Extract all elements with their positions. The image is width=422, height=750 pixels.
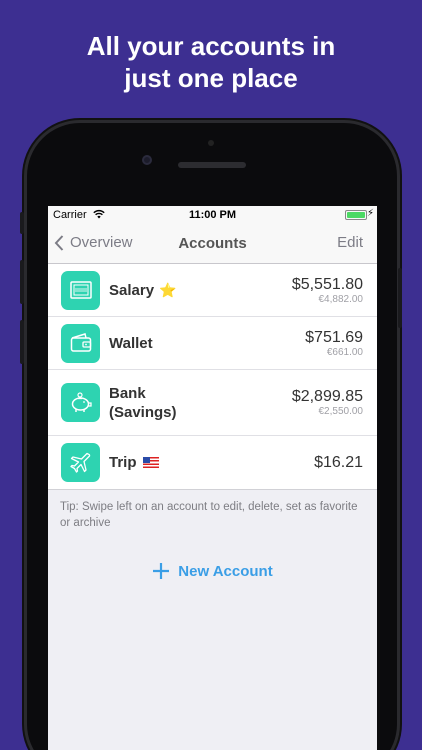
account-name-line-1: Bank xyxy=(109,384,146,402)
headline-line-1: All your accounts in xyxy=(86,31,336,61)
page-title: Accounts xyxy=(178,235,247,252)
swipe-tip: Tip: Swipe left on an account to edit, d… xyxy=(60,501,358,529)
account-name: Salary ⭐ xyxy=(109,281,176,300)
account-name-text: Wallet xyxy=(109,334,153,352)
front-camera xyxy=(142,155,152,165)
account-name-text: Salary xyxy=(109,281,155,299)
airplane-icon xyxy=(61,443,100,482)
account-row-wallet[interactable]: Wallet $751.69 €661.00 xyxy=(48,317,377,370)
account-row-salary[interactable]: Salary ⭐ $5,551.80 €4,882.00 xyxy=(48,264,377,317)
account-balance: $16.21 xyxy=(314,453,363,471)
account-amounts: $5,551.80 €4,882.00 xyxy=(292,276,363,305)
app-screen: Carrier 11:00 PM ⚡ Overview Accounts Edi… xyxy=(48,206,377,750)
account-amounts: $751.69 €661.00 xyxy=(305,329,363,358)
account-name: Bank (Savings) xyxy=(109,384,177,422)
headline-line-2: just one place xyxy=(124,63,298,93)
account-balance-eur: €4,882.00 xyxy=(318,293,364,305)
charging-bolt-icon: ⚡ xyxy=(366,208,374,219)
sensor-dot xyxy=(208,140,214,146)
account-row-trip[interactable]: Trip $16.21 xyxy=(48,436,377,489)
headline: All your accounts in just one place xyxy=(0,30,422,94)
battery-icon xyxy=(345,210,367,220)
status-bar: Carrier 11:00 PM ⚡ xyxy=(48,206,377,224)
status-time: 11:00 PM xyxy=(188,209,237,221)
side-button-volume-down xyxy=(20,320,24,364)
side-button-silent xyxy=(20,212,24,234)
account-name: Wallet xyxy=(109,334,153,353)
new-account-label: New Account xyxy=(178,562,273,580)
wallet-icon xyxy=(61,323,100,363)
edit-button[interactable]: Edit xyxy=(337,234,363,251)
account-balance: $751.69 xyxy=(305,328,363,346)
side-button-volume-up xyxy=(20,260,24,304)
side-button-power xyxy=(398,268,402,328)
account-row-bank-savings[interactable]: Bank (Savings) $2,899.85 €2,550.00 xyxy=(48,370,377,436)
piggy-bank-icon xyxy=(61,383,100,422)
account-name-line-2: (Savings) xyxy=(109,403,177,421)
account-amounts: $16.21 xyxy=(314,454,363,472)
new-account-button[interactable]: New Account xyxy=(48,562,377,580)
account-balance: $5,551.80 xyxy=(291,275,363,293)
star-icon: ⭐ xyxy=(159,281,177,298)
earpiece-speaker xyxy=(178,162,246,168)
account-balance-eur: €2,550.00 xyxy=(318,406,364,417)
us-flag-icon xyxy=(142,457,159,468)
account-balance: $2,899.85 xyxy=(291,388,363,405)
account-balance-eur: €661.00 xyxy=(326,346,363,358)
account-name-text: Trip xyxy=(109,454,137,471)
navigation-bar: Overview Accounts Edit xyxy=(48,224,377,264)
accounts-list: Salary ⭐ $5,551.80 €4,882.00 Wallet $751… xyxy=(48,264,377,490)
account-amounts: $2,899.85 €2,550.00 xyxy=(292,388,363,417)
salary-icon xyxy=(61,270,100,310)
account-name: Trip xyxy=(109,453,159,472)
plus-icon xyxy=(153,563,170,579)
